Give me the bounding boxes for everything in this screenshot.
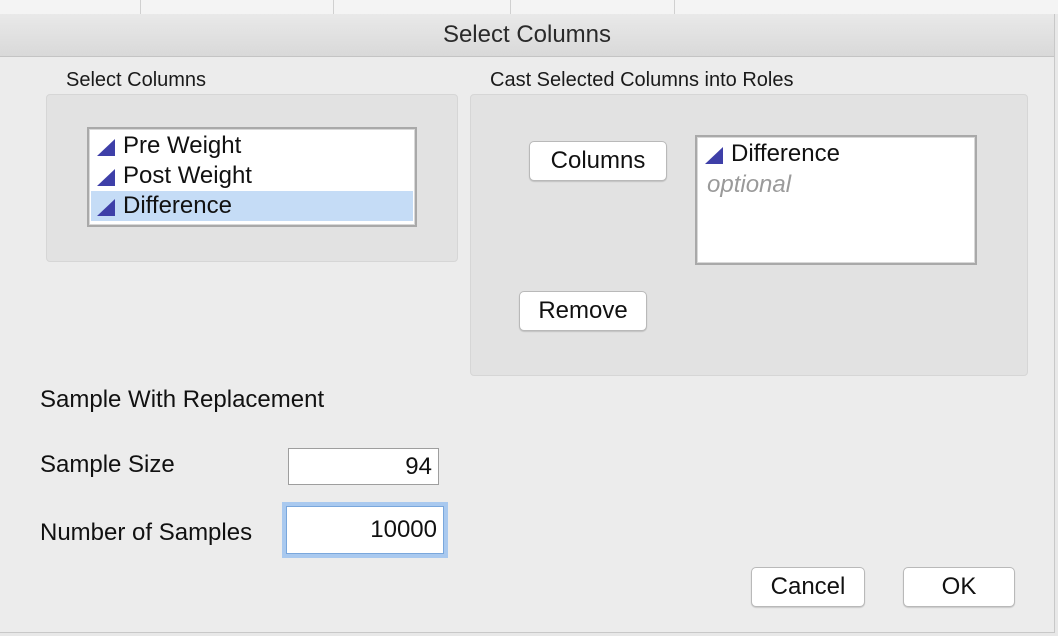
list-item-label: Post Weight xyxy=(123,162,252,189)
number-of-samples-label: Number of Samples xyxy=(40,519,253,546)
select-columns-dialog: Select Columns Select Columns Pre Weight… xyxy=(0,14,1055,633)
optional-placeholder: optional xyxy=(707,171,792,198)
sample-with-replacement-heading: Sample With Replacement xyxy=(40,386,325,413)
select-columns-panel: Pre Weight Post Weight Difference xyxy=(46,94,458,262)
list-item-label: Pre Weight xyxy=(123,132,242,159)
number-of-samples-input[interactable] xyxy=(286,506,444,554)
role-list-item-difference[interactable]: Difference xyxy=(699,139,973,169)
select-columns-label: Select Columns xyxy=(66,69,207,91)
list-item-label: Difference xyxy=(123,192,232,219)
list-item-pre-weight[interactable]: Pre Weight xyxy=(91,131,413,161)
background-window-strip xyxy=(0,0,1058,14)
list-item-post-weight[interactable]: Post Weight xyxy=(91,161,413,191)
continuous-column-icon xyxy=(97,199,115,216)
cast-roles-label: Cast Selected Columns into Roles xyxy=(490,69,794,91)
background-cell xyxy=(0,0,141,14)
columns-button[interactable]: Columns xyxy=(529,141,667,181)
role-list[interactable]: Difference optional xyxy=(695,135,977,265)
sample-size-input[interactable] xyxy=(288,448,439,485)
remove-button[interactable]: Remove xyxy=(519,291,647,331)
dialog-title: Select Columns xyxy=(0,14,1054,57)
background-cell xyxy=(334,0,511,14)
ok-button[interactable]: OK xyxy=(903,567,1015,607)
list-item-difference[interactable]: Difference xyxy=(91,191,413,221)
background-cell xyxy=(511,0,675,14)
list-item-label: Difference xyxy=(731,140,840,167)
cancel-button[interactable]: Cancel xyxy=(751,567,865,607)
cast-roles-panel: Columns Difference optional Remove xyxy=(470,94,1028,376)
sample-size-label: Sample Size xyxy=(40,451,175,478)
column-list[interactable]: Pre Weight Post Weight Difference xyxy=(87,127,417,227)
continuous-column-icon xyxy=(97,169,115,186)
continuous-column-icon xyxy=(705,147,723,164)
continuous-column-icon xyxy=(97,139,115,156)
background-cell xyxy=(141,0,334,14)
